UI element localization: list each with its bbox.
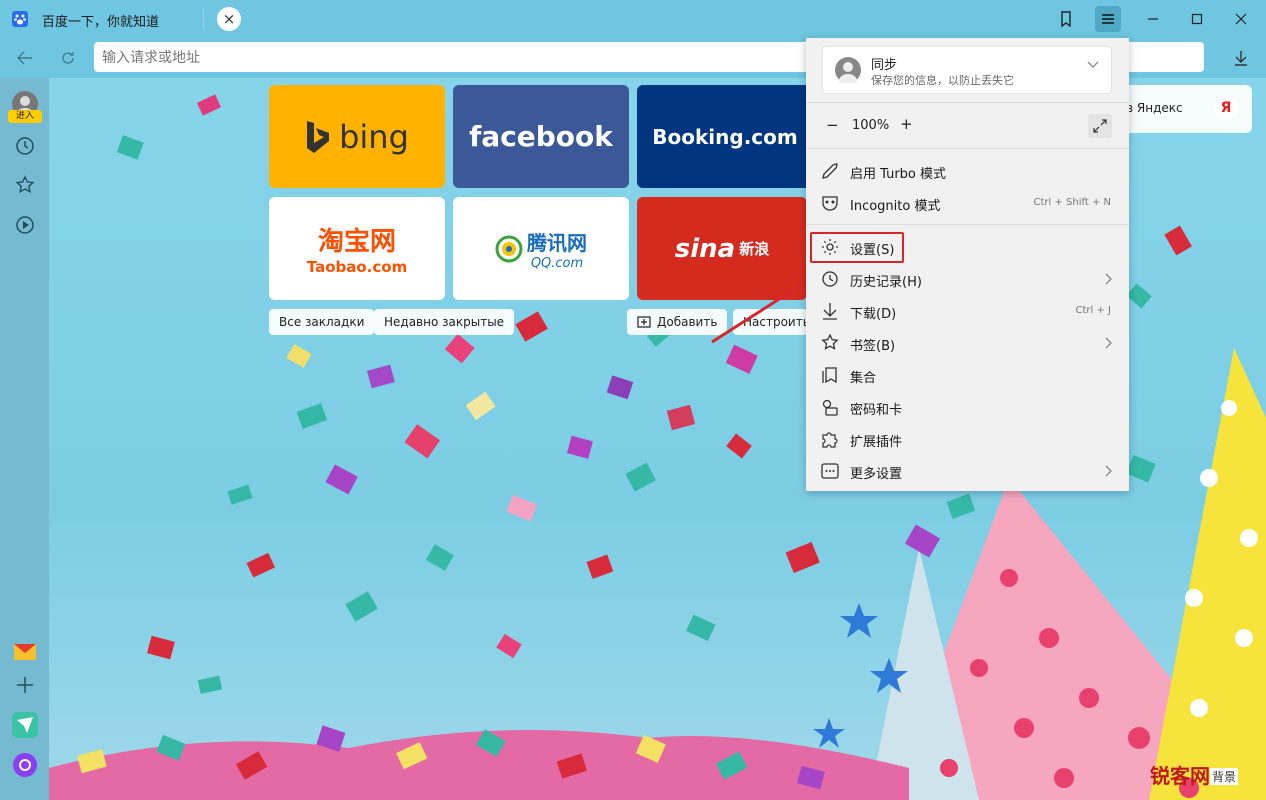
zoom-out-button[interactable]: −: [826, 116, 839, 134]
menu-item-label: 更多设置: [850, 467, 903, 482]
menu-item-history[interactable]: 历史记录(H): [806, 264, 1129, 294]
browser-tab[interactable]: 百度一下，你就知道 ×: [0, 0, 250, 38]
title-bar: 百度一下，你就知道 ×: [0, 0, 1266, 38]
all-bookmarks-button[interactable]: Все закладки: [269, 309, 375, 335]
back-arrow-icon[interactable]: [14, 47, 36, 69]
menu-item-extensions[interactable]: 扩展插件: [806, 424, 1129, 454]
menu-item-label: 下载(D): [850, 307, 897, 322]
chevron-right-icon: [1105, 337, 1112, 349]
yandex-widget-text: в Яндекс: [1126, 101, 1183, 115]
sync-subtitle: 保存您的信息，以防止丢失它: [871, 74, 1014, 87]
download-icon: [820, 301, 840, 321]
messenger-icon[interactable]: [12, 712, 38, 738]
tile-label: 腾讯网: [527, 230, 587, 255]
tile-qq[interactable]: 腾讯网 QQ.com: [453, 197, 629, 300]
bookmarks-panel-icon[interactable]: [1053, 6, 1079, 32]
minimize-button[interactable]: [1140, 6, 1166, 32]
watermark: 锐客网: [1150, 764, 1210, 788]
tile-label: facebook: [469, 120, 613, 153]
history-clock-icon[interactable]: [12, 133, 38, 159]
fullscreen-button[interactable]: [1088, 114, 1112, 138]
tile-bing[interactable]: bing: [269, 85, 445, 188]
add-box-icon: [637, 316, 651, 328]
tile-sublabel: 新浪: [739, 240, 770, 258]
tile-sublabel: QQ.com: [530, 255, 584, 271]
recently-closed-button[interactable]: Недавно закрытые: [374, 309, 515, 335]
menu-item-label: 集合: [850, 371, 877, 386]
key-card-icon: [820, 397, 840, 417]
menu-item-bookmarks[interactable]: 书签(B): [806, 328, 1129, 358]
chevron-right-icon: [1105, 273, 1112, 285]
tile-facebook[interactable]: facebook: [453, 85, 629, 188]
zoom-level: 100%: [852, 118, 890, 133]
maximize-button[interactable]: [1184, 6, 1210, 32]
yandex-search-widget[interactable]: в Яндекс Я: [1118, 85, 1252, 133]
address-placeholder: 输入请求或地址: [102, 50, 200, 66]
sync-title: 同步: [871, 58, 898, 73]
tab-separator: [203, 9, 204, 29]
chevron-right-icon: [1105, 465, 1112, 477]
tile-sublabel: Taobao.com: [306, 258, 408, 276]
history-clock-icon: [820, 269, 840, 289]
tile-booking[interactable]: Booking.com: [637, 85, 813, 188]
bing-logo-icon: [307, 120, 330, 153]
tile-label: Booking.com: [652, 124, 798, 149]
menu-item-downloads[interactable]: 下载(D) Ctrl + J: [806, 296, 1129, 326]
menu-item-shortcut: Ctrl + J: [1075, 305, 1111, 316]
menu-button[interactable]: [1095, 6, 1121, 32]
close-window-button[interactable]: [1228, 6, 1254, 32]
chevron-down-icon: [1087, 61, 1099, 68]
alice-assistant-icon[interactable]: [12, 752, 38, 778]
collections-icon: [820, 365, 840, 385]
menu-item-label: 启用 Turbo 模式: [850, 167, 947, 182]
zoom-in-button[interactable]: +: [900, 115, 913, 133]
expand-icon: [1093, 119, 1107, 133]
add-icon[interactable]: [12, 672, 38, 698]
menu-divider: [806, 148, 1129, 149]
menu-item-label: 密码和卡: [850, 403, 903, 418]
video-play-icon[interactable]: [12, 212, 38, 238]
zoom-controls: − 100% +: [806, 108, 1129, 144]
menu-item-turbo[interactable]: 启用 Turbo 模式: [806, 156, 1129, 186]
menu-item-label: 书签(B): [850, 339, 896, 354]
download-icon[interactable]: [1230, 47, 1252, 69]
tile-label: 淘宝网: [317, 227, 396, 257]
reload-icon[interactable]: [57, 47, 79, 69]
tile-taobao[interactable]: 淘宝网 Taobao.com: [269, 197, 445, 300]
rocket-icon: [820, 161, 840, 181]
tile-label: bing: [339, 117, 409, 156]
sync-avatar-icon: [835, 57, 861, 88]
menu-item-shortcut: Ctrl + Shift + N: [1033, 197, 1111, 208]
settings-highlight-box: [810, 232, 904, 263]
tab-title: 百度一下，你就知道: [42, 15, 160, 30]
menu-item-label: Incognito 模式: [850, 199, 941, 214]
qq-logo-icon: [495, 235, 523, 262]
favorites-star-icon[interactable]: [12, 172, 38, 198]
mask-icon: [820, 193, 840, 213]
sync-card[interactable]: 同步 保存您的信息，以防止丢失它: [822, 46, 1112, 94]
main-menu: 同步 保存您的信息，以防止丢失它 − 100% + 启用 Turbo 模式 In…: [806, 38, 1129, 491]
menu-divider: [806, 224, 1129, 225]
baidu-icon: [12, 11, 28, 27]
menu-item-incognito[interactable]: Incognito 模式 Ctrl + Shift + N: [806, 188, 1129, 218]
menu-item-passwords[interactable]: 密码和卡: [806, 392, 1129, 422]
menu-item-more-settings[interactable]: 更多设置: [806, 456, 1129, 486]
login-badge[interactable]: 进入: [8, 110, 42, 123]
sidebar: 进入: [0, 78, 49, 800]
menu-item-label: 历史记录(H): [850, 275, 922, 290]
menu-item-collections[interactable]: 集合: [806, 360, 1129, 390]
background-label[interactable]: 背景: [1210, 768, 1239, 785]
menu-divider: [806, 102, 1129, 103]
menu-item-label: 扩展插件: [850, 435, 903, 450]
puzzle-icon: [820, 429, 840, 449]
star-icon: [820, 333, 840, 353]
tab-close-button[interactable]: ×: [217, 7, 241, 31]
more-dots-icon: [820, 461, 840, 481]
mail-icon[interactable]: [12, 639, 38, 665]
yandex-logo: Я: [1214, 96, 1238, 120]
